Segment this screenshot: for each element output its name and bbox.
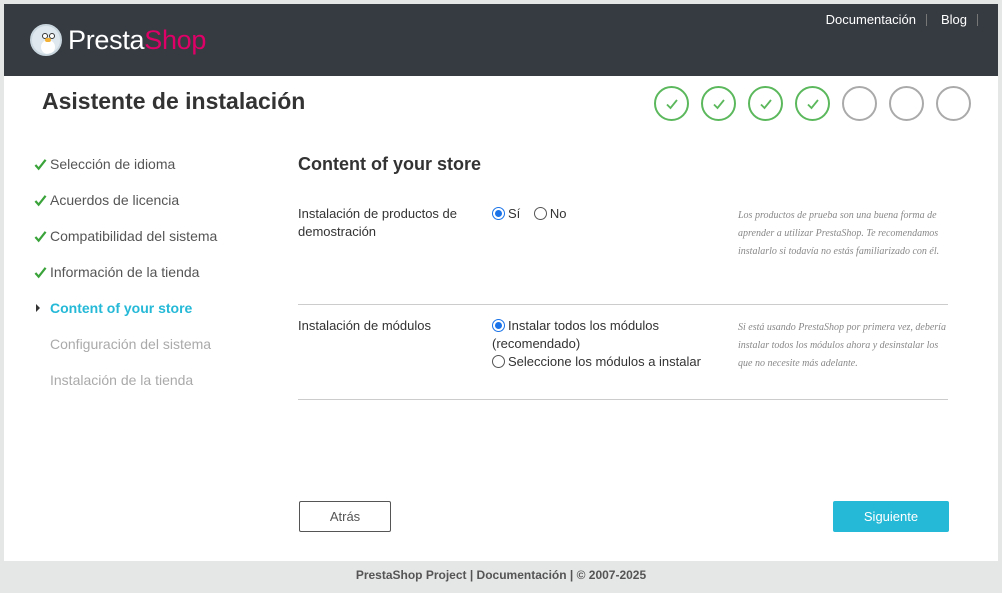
check-icon xyxy=(712,98,725,109)
check-icon xyxy=(34,194,47,206)
prestashop-logo[interactable]: PrestaShop xyxy=(30,24,206,56)
modules-label: Instalación de módulos xyxy=(298,318,431,333)
link-divider xyxy=(977,13,978,26)
sidebar-item-store-info[interactable]: Información de la tienda xyxy=(34,254,217,290)
next-button[interactable]: Siguiente xyxy=(833,501,949,532)
demo-products-help: Los productos de prueba son una buena fo… xyxy=(738,210,940,257)
demo-no-radio[interactable] xyxy=(533,207,547,220)
demo-products-row: Instalación de productos de demostración… xyxy=(298,205,948,305)
check-icon xyxy=(806,98,819,109)
link-divider xyxy=(925,13,927,26)
sidebar-item-label: Acuerdos de licencia xyxy=(50,192,180,208)
check-icon xyxy=(759,98,772,109)
step-indicator-7 xyxy=(936,86,971,121)
sidebar-item-store-install: Instalación de la tienda xyxy=(34,362,217,398)
back-button[interactable]: Atrás xyxy=(299,501,391,532)
demo-yes-radio[interactable] xyxy=(492,207,505,220)
sidebar-item-label: Selección de idioma xyxy=(50,156,176,172)
demo-products-options: Sí No xyxy=(492,205,722,223)
puffin-logo-icon xyxy=(30,24,62,56)
documentation-link[interactable]: Documentación xyxy=(826,12,916,27)
demo-yes-label: Sí xyxy=(508,206,521,221)
sidebar-item-language[interactable]: Selección de idioma xyxy=(34,146,217,182)
check-icon xyxy=(665,98,678,109)
modules-row: Instalación de módulos Instalar todos lo… xyxy=(298,317,948,400)
logo-wordmark: PrestaShop xyxy=(68,24,207,55)
sidebar-item-license[interactable]: Acuerdos de licencia xyxy=(34,182,217,218)
footer: PrestaShop Project | Documentación | © 2… xyxy=(355,568,647,582)
select-modules-radio[interactable] xyxy=(492,355,505,368)
step-indicator-3 xyxy=(748,86,783,121)
step-indicator-2 xyxy=(701,86,736,121)
step-indicator-4 xyxy=(795,86,830,121)
installer-card: Asistente de instalación Selección de id… xyxy=(4,76,998,561)
sidebar-item-store-content[interactable]: Content of your store xyxy=(34,290,217,326)
installer-steps-sidebar: Selección de idioma Acuerdos de licencia… xyxy=(34,146,217,398)
demo-no-label: No xyxy=(549,206,567,221)
check-icon xyxy=(34,158,47,170)
step-indicator-5 xyxy=(842,86,877,121)
sidebar-item-compatibility[interactable]: Compatibilidad del sistema xyxy=(34,218,217,254)
caret-right-icon xyxy=(36,304,40,312)
check-icon xyxy=(34,266,47,278)
blog-link[interactable]: Blog xyxy=(941,12,967,27)
section-heading: Content of your store xyxy=(298,154,481,174)
progress-steps xyxy=(654,86,983,121)
sidebar-item-label: Información de la tienda xyxy=(50,264,200,280)
select-modules-option[interactable]: Seleccione los módulos a instalar xyxy=(492,353,722,371)
check-icon xyxy=(34,230,47,242)
step-indicator-1 xyxy=(654,86,689,121)
demo-products-label: Instalación de productos de demostración xyxy=(298,206,457,239)
header-links: Documentación Blog xyxy=(826,12,978,27)
top-header: PrestaShop Documentación Blog xyxy=(4,4,998,76)
install-all-modules-radio[interactable] xyxy=(492,319,505,332)
sidebar-item-label: Configuración del sistema xyxy=(50,336,212,352)
modules-help: Si está usando PrestaShop por primera ve… xyxy=(738,322,946,369)
sidebar-item-label: Content of your store xyxy=(50,300,193,316)
sidebar-item-label: Instalación de la tienda xyxy=(50,372,194,388)
install-all-modules-option[interactable]: Instalar todos los módulos (recomendado) xyxy=(492,317,722,353)
select-modules-label: Seleccione los módulos a instalar xyxy=(508,354,701,369)
content-section: Content of your store xyxy=(298,154,948,175)
step-indicator-6 xyxy=(889,86,924,121)
modules-options: Instalar todos los módulos (recomendado)… xyxy=(492,317,722,371)
page-title: Asistente de instalación xyxy=(42,88,306,114)
demo-no-option[interactable]: No xyxy=(533,205,567,223)
sidebar-item-label: Compatibilidad del sistema xyxy=(50,228,218,244)
demo-yes-option[interactable]: Sí xyxy=(492,205,520,223)
install-all-modules-label: Instalar todos los módulos (recomendado) xyxy=(492,318,660,351)
sidebar-item-system-config: Configuración del sistema xyxy=(34,326,217,362)
